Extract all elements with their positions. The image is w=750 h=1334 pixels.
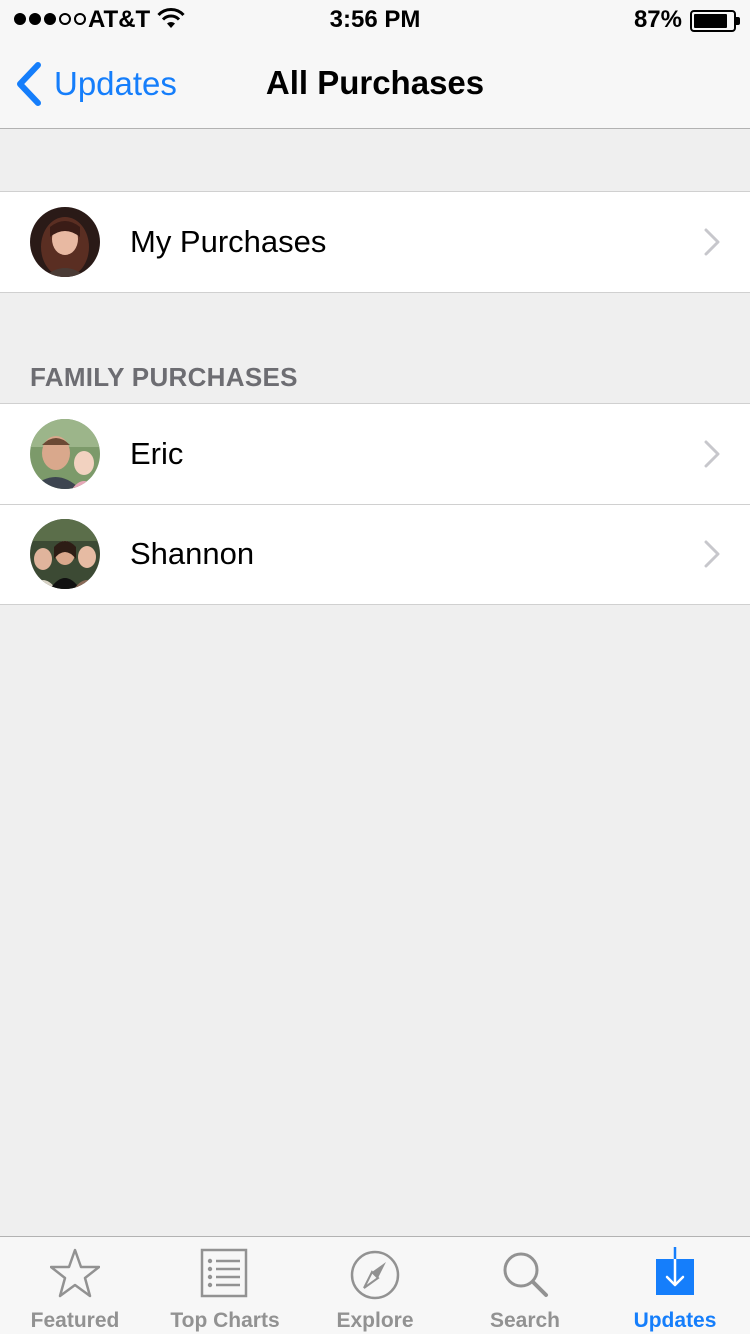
avatar <box>30 519 100 589</box>
chevron-right-icon <box>704 540 720 568</box>
my-purchases-label: My Purchases <box>130 224 327 259</box>
family-member-label: Shannon <box>130 536 255 571</box>
avatar <box>30 207 100 277</box>
tab-updates[interactable]: Updates <box>600 1237 750 1334</box>
star-icon <box>50 1248 100 1298</box>
section-header-family: FAMILY PURCHASES <box>30 362 298 392</box>
status-bar: AT&T 3:56 PM 87% <box>0 0 750 40</box>
family-purchases-group: Eric Shannon <box>0 403 750 605</box>
page-title: All Purchases <box>265 64 485 101</box>
search-icon <box>503 1252 548 1297</box>
tab-label: Explore <box>336 1309 414 1332</box>
my-purchases-row[interactable]: My Purchases <box>0 192 750 292</box>
tab-label: Search <box>489 1309 561 1332</box>
tab-featured[interactable]: Featured <box>0 1237 150 1334</box>
my-purchases-group: My Purchases <box>0 191 750 293</box>
chevron-right-icon <box>704 228 720 256</box>
list-icon <box>200 1248 248 1298</box>
navigation-bar: Updates All Purchases <box>0 40 750 129</box>
family-member-label: Eric <box>130 436 184 471</box>
tab-label: Updates <box>633 1309 717 1332</box>
family-member-row[interactable]: Shannon <box>0 504 750 604</box>
avatar <box>30 419 100 489</box>
download-icon <box>656 1247 694 1295</box>
battery-percent: 87% <box>633 6 682 33</box>
chevron-right-icon <box>704 440 720 468</box>
battery-icon <box>690 10 740 32</box>
compass-icon <box>350 1250 400 1300</box>
tab-explore[interactable]: Explore <box>300 1237 450 1334</box>
tab-top-charts[interactable]: Top Charts <box>150 1237 300 1334</box>
tab-search[interactable]: Search <box>450 1237 600 1334</box>
tab-label: Featured <box>30 1309 120 1332</box>
tab-label: Top Charts <box>170 1309 280 1332</box>
family-member-row[interactable]: Eric <box>0 404 750 504</box>
screen: AT&T 3:56 PM 87% Updates All Purchases M… <box>0 0 750 1334</box>
tab-bar: Featured Top Charts Explore Search Updat… <box>0 1236 750 1334</box>
